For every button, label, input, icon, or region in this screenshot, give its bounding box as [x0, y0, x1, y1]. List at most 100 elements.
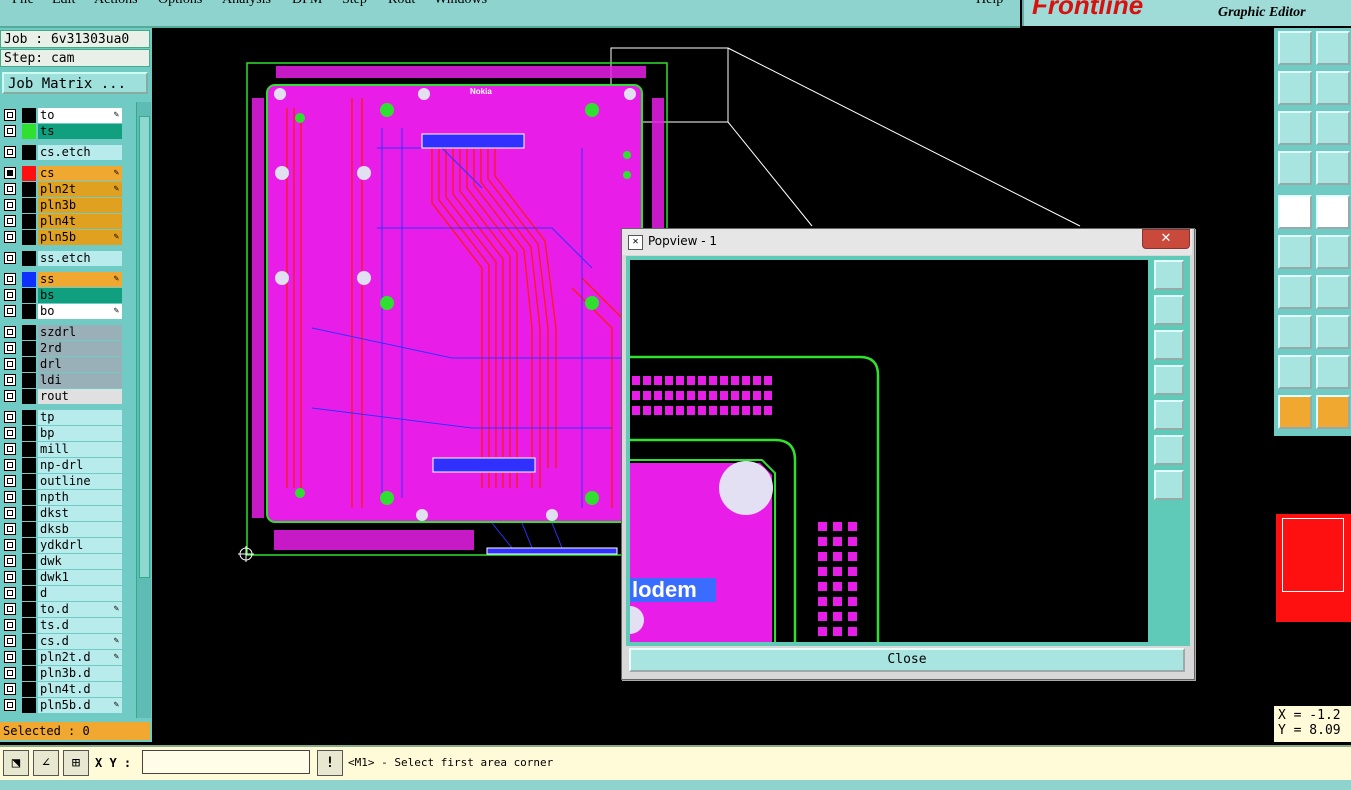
layer-row-to[interactable]: to ✎	[2, 108, 122, 123]
layer-name[interactable]: szdrl	[38, 325, 122, 340]
layer-checkbox[interactable]	[4, 443, 16, 455]
scrollbar-thumb[interactable]	[139, 116, 150, 578]
layer-row-np-drl[interactable]: np-drl	[2, 458, 122, 473]
layer-row-cs-d[interactable]: cs.d ✎	[2, 634, 122, 649]
layer-checkbox[interactable]	[4, 539, 16, 551]
layer-color-swatch[interactable]	[22, 251, 36, 266]
layer-checkbox[interactable]	[4, 475, 16, 487]
layer-row-drl[interactable]: drl	[2, 357, 122, 372]
layer-checkbox[interactable]	[4, 358, 16, 370]
window-close-button[interactable]: ✕	[1142, 229, 1190, 249]
layer-color-swatch[interactable]	[22, 357, 36, 372]
layer-name[interactable]: ydkdrl	[38, 538, 122, 553]
layer-checkbox[interactable]	[4, 603, 16, 615]
layer-row-dksb[interactable]: dksb	[2, 522, 122, 537]
layer-name[interactable]: ts.d	[38, 618, 122, 633]
outline-mode-icon[interactable]	[1316, 195, 1350, 229]
layer-name[interactable]: bo ✎	[38, 304, 122, 319]
layer-color-swatch[interactable]	[22, 214, 36, 229]
triangle-icon[interactable]	[1278, 355, 1312, 389]
layer-row-ts-d[interactable]: ts.d	[2, 618, 122, 633]
layer-checkbox[interactable]	[4, 231, 16, 243]
layer-color-swatch[interactable]	[22, 145, 36, 160]
xy-input[interactable]	[142, 750, 310, 774]
layer-row-pln5b[interactable]: pln5b ✎	[2, 230, 122, 245]
zoom-home-icon[interactable]	[1316, 111, 1350, 145]
layer-row-bp[interactable]: bp	[2, 426, 122, 441]
layer-color-swatch[interactable]	[22, 124, 36, 139]
layer-row-pln3b[interactable]: pln3b	[2, 198, 122, 213]
layer-checkbox[interactable]	[4, 146, 16, 158]
layer-name[interactable]: npth	[38, 490, 122, 505]
layer-row-dwk[interactable]: dwk	[2, 554, 122, 569]
layer-checkbox[interactable]	[4, 491, 16, 503]
layer-checkbox[interactable]	[4, 555, 16, 567]
layer-row-bs[interactable]: bs	[2, 288, 122, 303]
layer-up-icon[interactable]	[1278, 31, 1312, 65]
layer-color-swatch[interactable]	[22, 650, 36, 665]
layer-checkbox[interactable]	[4, 183, 16, 195]
layer-name[interactable]: ldi	[38, 373, 122, 388]
layer-row-to-d[interactable]: to.d ✎	[2, 602, 122, 617]
layer-row-outline[interactable]: outline	[2, 474, 122, 489]
grid-icon[interactable]: ⊞	[63, 750, 89, 776]
layer-name[interactable]: d	[38, 586, 122, 601]
layer-color-swatch[interactable]	[22, 538, 36, 553]
layer-checkbox[interactable]	[4, 390, 16, 402]
close-button[interactable]: Close	[629, 648, 1185, 672]
layer-color-swatch[interactable]	[22, 410, 36, 425]
layer-name[interactable]: np-drl	[38, 458, 122, 473]
layer-checkbox[interactable]	[4, 619, 16, 631]
layer-name[interactable]: rout	[38, 389, 122, 404]
alert-icon[interactable]: !	[317, 750, 343, 776]
layer-color-swatch[interactable]	[22, 586, 36, 601]
layer-name[interactable]: dwk1	[38, 570, 122, 585]
layer-row-cs-etch[interactable]: cs.etch	[2, 145, 122, 160]
menu-options[interactable]: Options	[158, 0, 202, 8]
snap-corner-icon[interactable]: ⬔	[3, 750, 29, 776]
layer-row-d[interactable]: d	[2, 586, 122, 601]
layer-name[interactable]: to.d ✎	[38, 602, 122, 617]
layer-name[interactable]: dksb	[38, 522, 122, 537]
layer-name[interactable]: pln3b.d	[38, 666, 122, 681]
layer-color-swatch[interactable]	[22, 272, 36, 287]
layer-row-pln2t-d[interactable]: pln2t.d ✎	[2, 650, 122, 665]
layer-color-swatch[interactable]	[22, 602, 36, 617]
layer-name[interactable]: pln2t ✎	[38, 182, 122, 197]
layer-checkbox[interactable]	[4, 342, 16, 354]
layer-color-swatch[interactable]	[22, 166, 36, 181]
layer-color-swatch[interactable]	[22, 458, 36, 473]
select-pointer-icon[interactable]	[1278, 395, 1312, 429]
layer-checkbox[interactable]	[4, 125, 16, 137]
pan-left-icon[interactable]	[1278, 71, 1312, 105]
layer-name[interactable]: mill	[38, 442, 122, 457]
layer-name[interactable]: pln5b.d ✎	[38, 698, 122, 713]
layer-row-npth[interactable]: npth	[2, 490, 122, 505]
select-area-icon[interactable]	[1316, 395, 1350, 429]
probe-icon[interactable]	[1316, 151, 1350, 185]
layer-color-swatch[interactable]	[22, 230, 36, 245]
layer-name[interactable]: to ✎	[38, 108, 122, 123]
menu-rout[interactable]: Rout	[388, 0, 415, 8]
measure-icon[interactable]	[1316, 275, 1350, 309]
layer-name[interactable]: bp	[38, 426, 122, 441]
menu-analysis[interactable]: Analysis	[222, 0, 271, 8]
layer-checkbox[interactable]	[4, 167, 16, 179]
layer-row-tp[interactable]: tp	[2, 410, 122, 425]
layer-color-swatch[interactable]	[22, 570, 36, 585]
popview-left-icon[interactable]	[1154, 365, 1184, 395]
layer-color-swatch[interactable]	[22, 634, 36, 649]
layer-row-ldi[interactable]: ldi	[2, 373, 122, 388]
layer-color-swatch[interactable]	[22, 288, 36, 303]
layer-row-pln2t[interactable]: pln2t ✎	[2, 182, 122, 197]
layer-color-swatch[interactable]	[22, 341, 36, 356]
layer-color-swatch[interactable]	[22, 426, 36, 441]
popview-fit-icon[interactable]	[1154, 435, 1184, 465]
menu-windows[interactable]: Windows	[434, 0, 487, 8]
layer-checkbox[interactable]	[4, 507, 16, 519]
layer-checkbox[interactable]	[4, 374, 16, 386]
popview-zoom-icon[interactable]	[1154, 260, 1184, 290]
layer-name[interactable]: ss.etch	[38, 251, 122, 266]
layer-checkbox[interactable]	[4, 305, 16, 317]
layer-color-swatch[interactable]	[22, 618, 36, 633]
